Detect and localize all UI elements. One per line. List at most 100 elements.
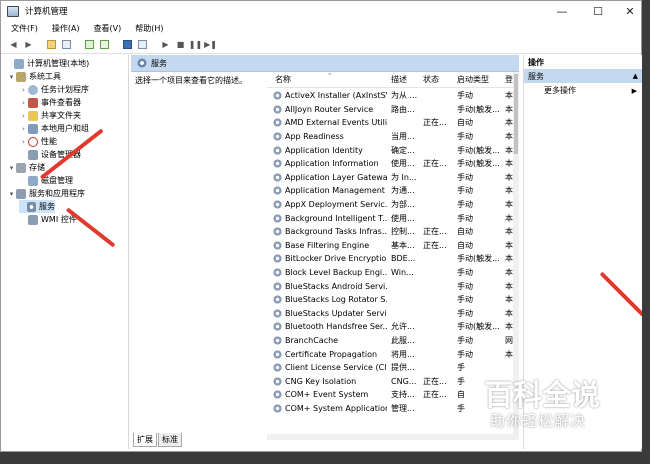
tree-item-event-viewer[interactable]: › 事件查看器 — [19, 96, 81, 109]
column-startup-type[interactable]: 启动类型 — [457, 74, 489, 85]
horizontal-scrollbar[interactable] — [267, 434, 519, 440]
column-description[interactable]: 描述 — [391, 74, 407, 85]
column-status[interactable]: 状态 — [423, 74, 439, 85]
chevron-down-icon[interactable]: ▾ — [7, 164, 16, 172]
service-name: BlueStacks Log Rotator S... — [285, 295, 387, 305]
services-gear-icon — [137, 58, 147, 68]
scroll-thumb[interactable] — [514, 74, 518, 154]
service-row[interactable]: BlueStacks Android Servi... 手动本 — [267, 279, 519, 293]
maximize-button[interactable]: ☐ — [583, 1, 613, 21]
column-headers: ⌃ 名称 描述 状态 启动类型 登 — [267, 72, 519, 88]
service-row[interactable]: AMD External Events Utility 正在... 自动本 — [267, 116, 519, 130]
export-list-icon[interactable] — [98, 38, 111, 51]
service-gear-icon — [273, 172, 282, 182]
service-gear-icon — [273, 363, 282, 373]
actions-section-services[interactable]: 服务 ▲ — [524, 69, 643, 83]
service-row[interactable]: AllJoyn Router Service 路由... 手动(触发... 本 — [267, 103, 519, 117]
tree-item-wmi-control[interactable]: WMI 控件 — [19, 213, 77, 226]
service-row[interactable]: Background Intelligent T... 使用... 手动本 — [267, 211, 519, 225]
service-name: Block Level Backup Engi... — [285, 268, 387, 278]
minimize-button[interactable]: — — [547, 1, 577, 21]
service-startup-type: 手动 — [457, 295, 473, 305]
service-gear-icon — [273, 159, 282, 169]
restart-service-icon[interactable]: ▶❚ — [204, 38, 217, 51]
service-description: 确定... — [391, 145, 415, 155]
service-status: 正在... — [423, 390, 447, 400]
service-gear-icon — [273, 336, 282, 346]
start-service-icon[interactable]: ▶ — [159, 38, 172, 51]
chevron-down-icon[interactable]: ▾ — [7, 190, 16, 198]
tree-item-local-users-groups[interactable]: › 本地用户和组 — [19, 122, 89, 135]
forward-icon[interactable]: ▶ — [22, 38, 35, 51]
service-startup-type: 手动(触发... — [457, 322, 500, 332]
tab-extended[interactable]: 扩展 — [133, 433, 157, 447]
tree-item-services-and-applications[interactable]: ▾ 服务和应用程序 — [7, 187, 85, 200]
performance-icon — [28, 136, 38, 147]
help-icon[interactable] — [121, 38, 134, 51]
collapse-icon[interactable]: ▲ — [633, 72, 638, 80]
shared-folder-icon — [28, 110, 38, 121]
chevron-right-icon[interactable]: › — [19, 138, 28, 146]
service-description: 路由... — [391, 104, 415, 114]
service-startup-type: 手动 — [457, 91, 473, 101]
back-icon[interactable]: ◀ — [7, 38, 20, 51]
service-name: Application Information — [285, 159, 379, 169]
tree-item-storage[interactable]: ▾ 存储 — [7, 161, 45, 174]
chevron-right-icon[interactable]: › — [19, 112, 28, 120]
service-row[interactable]: Application Management 为通... 手动本 — [267, 184, 519, 198]
service-row[interactable]: App Readiness 当用... 手动本 — [267, 130, 519, 144]
tree-item-system-tools[interactable]: ▾ 系统工具 — [7, 70, 61, 83]
services-apps-icon — [16, 188, 26, 199]
show-hide-tree-icon[interactable] — [60, 38, 73, 51]
menu-action[interactable]: 操作(A) — [52, 23, 80, 34]
more-actions-item[interactable]: 更多操作 ▶ — [524, 83, 643, 98]
service-row[interactable]: Base Filtering Engine 基本... 正在... 自动本 — [267, 239, 519, 253]
menu-view[interactable]: 查看(V) — [94, 23, 122, 34]
properties-icon[interactable] — [136, 38, 149, 51]
service-row[interactable]: BitLocker Drive Encryptio... BDE... 手动(触发.… — [267, 252, 519, 266]
service-row[interactable]: BlueStacks Log Rotator S... 手动本 — [267, 293, 519, 307]
service-description: 使用... — [391, 213, 415, 223]
tree-item-shared-folders[interactable]: › 共享文件夹 — [19, 109, 81, 122]
service-row[interactable]: BranchCache 此服... 手动网 — [267, 334, 519, 348]
tree-item-computer-management[interactable]: 计算机管理(本地) — [5, 57, 89, 70]
column-logon-as[interactable]: 登 — [505, 74, 513, 85]
service-row[interactable]: Application Layer Gatewa... 为 In... 手动本 — [267, 171, 519, 185]
column-name[interactable]: 名称 — [275, 74, 291, 85]
service-name: ActiveX Installer (AxInstSV) — [285, 91, 387, 101]
clock-icon — [28, 84, 38, 95]
service-startup-type: 自动 — [457, 227, 473, 237]
service-row[interactable]: Block Level Backup Engi... Win... 手动本 — [267, 266, 519, 280]
stop-service-icon[interactable]: ■ — [174, 38, 187, 51]
service-row[interactable]: Certificate Propagation 将用... 手动本 — [267, 347, 519, 361]
service-startup-type: 手动(触发... — [457, 104, 500, 114]
tree-item-services[interactable]: 服务 — [19, 200, 55, 213]
service-row[interactable]: BlueStacks Updater Servi... 手动本 — [267, 307, 519, 321]
tab-standard[interactable]: 标准 — [158, 433, 182, 447]
close-button[interactable]: ✕ — [615, 1, 645, 21]
service-row[interactable]: ActiveX Installer (AxInstSV) 为从 ... 手动本 — [267, 89, 519, 103]
pause-service-icon[interactable]: ❚❚ — [189, 38, 202, 51]
service-row[interactable]: Background Tasks Infras... 控制... 正在... 自动本 — [267, 225, 519, 239]
service-row[interactable]: AppX Deployment Servic... 为部... 手动本 — [267, 198, 519, 212]
chevron-right-icon[interactable]: › — [19, 125, 28, 133]
chevron-down-icon[interactable]: ▾ — [7, 73, 16, 81]
service-row[interactable]: Application Information 使用... 正在... 手动(触发..… — [267, 157, 519, 171]
tree-item-task-scheduler[interactable]: › 任务计划程序 — [19, 83, 89, 96]
service-startup-type: 手动 — [457, 268, 473, 278]
service-description: CNG... — [391, 376, 417, 386]
service-gear-icon — [273, 213, 282, 223]
chevron-right-icon[interactable]: › — [19, 99, 28, 107]
menu-file[interactable]: 文件(F) — [11, 23, 38, 34]
service-name: Background Intelligent T... — [285, 213, 387, 223]
service-name: Bluetooth Handsfree Ser... — [285, 322, 387, 332]
service-row[interactable]: Bluetooth Handsfree Ser... 允许... 手动(触发... 本 — [267, 320, 519, 334]
refresh-icon[interactable] — [83, 38, 96, 51]
watermark: 百科全说 助你轻松解决 — [472, 370, 642, 434]
title-bar: 计算机管理 — ☐ ✕ — [1, 1, 641, 21]
service-row[interactable]: Application Identity 确定... 手动(触发... 本 — [267, 143, 519, 157]
up-folder-icon[interactable] — [45, 38, 58, 51]
tree-item-performance[interactable]: › 性能 — [19, 135, 57, 148]
chevron-right-icon[interactable]: › — [19, 86, 28, 94]
menu-help[interactable]: 帮助(H) — [135, 23, 163, 34]
